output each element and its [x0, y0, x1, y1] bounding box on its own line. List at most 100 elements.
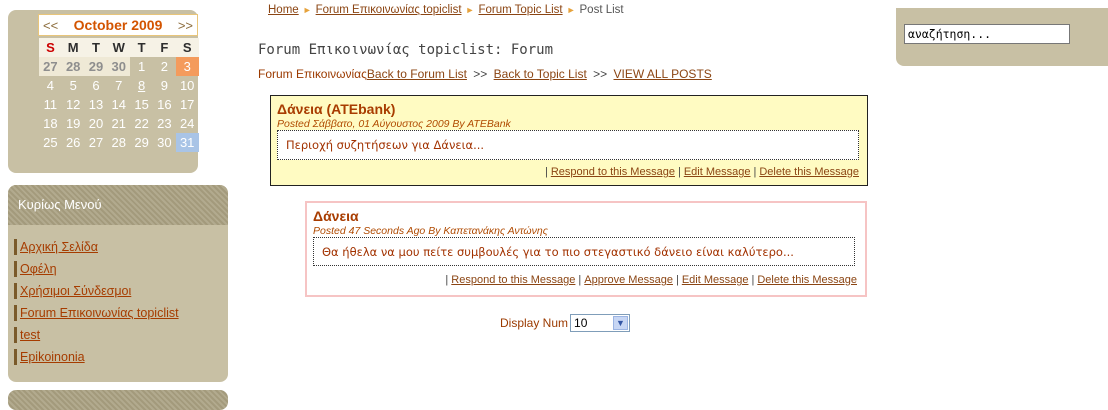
calendar-day: 25 — [43, 135, 58, 150]
subnav-separator: >> — [593, 67, 608, 81]
post-body: Θα ήθελα να μου πείτε συμβουλές για το π… — [313, 237, 855, 266]
weekday-label: S — [39, 38, 62, 57]
calendar-day: 4 — [46, 78, 55, 93]
calendar-week-row: 11 12 13 14 15 16 17 — [39, 95, 199, 114]
edit-message-link[interactable]: Edit Message — [682, 274, 749, 286]
weekday-label: S — [175, 38, 199, 57]
forum-post: Δάνεια (ATEbank) Posted Σάββατο, 01 Αύγο… — [270, 95, 868, 186]
post-title: Δάνεια (ATEbank) — [277, 101, 396, 117]
action-separator: | — [445, 274, 449, 286]
calendar-day: 3 — [175, 57, 199, 76]
calendar-day: 16 — [157, 97, 172, 112]
calendar-day: 1 — [137, 59, 146, 74]
menu-item-useful-links[interactable]: Χρήσιμοι Σύνδεσμοι — [14, 283, 228, 299]
calendar-day: 9 — [160, 78, 168, 93]
post-actions: | Respond to this Message | Edit Message | De… — [542, 166, 859, 178]
calendar-month-label: October 2009 — [73, 17, 163, 33]
action-separator: | — [677, 166, 681, 178]
weekday-label: M — [61, 38, 85, 57]
calendar-day: 19 — [65, 116, 81, 131]
post-meta: Posted 47 Seconds Ago By Καπετανάκης Αντ… — [313, 225, 548, 237]
menu-item-test[interactable]: test — [14, 327, 228, 343]
breadcrumb-arrow-icon: ► — [465, 5, 475, 15]
breadcrumb: Home ► Forum Επικοινωνίας topiclist ► Forum … — [268, 4, 624, 16]
breadcrumb-forum-topiclist[interactable]: Forum Επικοινωνίας topiclist — [316, 4, 462, 16]
calendar-day: 22 — [134, 116, 149, 131]
approve-message-link[interactable]: Approve Message — [584, 274, 673, 286]
calendar-day: 26 — [65, 135, 81, 150]
calendar-day: 2 — [160, 59, 168, 74]
calendar-day: 12 — [65, 97, 81, 112]
display-num-label: Display Num — [500, 316, 569, 330]
weekday-label: T — [130, 38, 153, 57]
display-num-select[interactable]: 10 ▼ — [570, 314, 631, 332]
calendar-day: 14 — [111, 97, 127, 112]
action-separator: | — [544, 166, 548, 178]
forum-post-reply: Δάνεια Posted 47 Seconds Ago By Καπετανά… — [305, 201, 867, 297]
calendar-week-row: 25 26 27 28 29 30 31 — [39, 133, 199, 152]
calendar-day: 28 — [111, 135, 127, 150]
next-month-button[interactable]: >> — [178, 18, 193, 33]
breadcrumb-arrow-icon: ► — [302, 5, 312, 15]
calendar-day: 21 — [111, 116, 127, 131]
delete-message-link[interactable]: Delete this Message — [757, 274, 857, 286]
calendar-weekday-row: S M T W T F S — [39, 38, 199, 57]
calendar-week-row: 18 19 20 21 22 23 24 — [39, 114, 199, 133]
respond-message-link[interactable]: Respond to this Message — [451, 274, 575, 286]
view-all-posts-link[interactable]: VIEW ALL POSTS — [614, 67, 712, 81]
main-menu-title: Κυρίως Μενού — [8, 185, 228, 225]
calendar-week-row: 27 28 29 30 1 2 3 — [39, 57, 199, 76]
weekday-label: W — [107, 38, 131, 57]
menu-item-forum[interactable]: Forum Επικοινωνίας topiclist — [14, 305, 228, 321]
respond-message-link[interactable]: Respond to this Message — [551, 166, 675, 178]
calendar-day: 29 — [84, 57, 108, 76]
calendar-day: 30 — [107, 57, 131, 76]
chevron-down-icon[interactable]: ▼ — [613, 316, 629, 330]
calendar-grid: S M T W T F S 27 28 29 30 1 2 3 4 5 6 7 … — [39, 38, 199, 152]
calendar-day: 10 — [179, 78, 195, 93]
main-menu-list: Αρχική Σελίδα Οφέλη Χρήσιμοι Σύνδεσμοι F… — [8, 225, 228, 365]
menu-item-home[interactable]: Αρχική Σελίδα — [14, 239, 228, 255]
display-num-control: Display Num 10 ▼ — [500, 314, 631, 332]
breadcrumb-topic-list[interactable]: Forum Topic List — [478, 4, 562, 16]
calendar-day: 20 — [88, 116, 104, 131]
calendar-day: 11 — [43, 97, 58, 112]
calendar-day: 27 — [39, 57, 62, 76]
calendar-day: 27 — [88, 135, 104, 150]
calendar-day: 23 — [157, 116, 172, 131]
display-num-value: 10 — [574, 316, 588, 330]
calendar-day: 18 — [43, 116, 58, 131]
menu-item-benefits[interactable]: Οφέλη — [14, 261, 228, 277]
post-actions: | Respond to this Message | Approve Message… — [442, 274, 857, 286]
post-title: Δάνεια — [313, 208, 359, 224]
weekday-label: F — [152, 38, 176, 57]
edit-message-link[interactable]: Edit Message — [684, 166, 751, 178]
action-separator: | — [753, 166, 757, 178]
calendar-day: 29 — [134, 135, 149, 150]
calendar-week-row: 4 5 6 7 8 9 10 — [39, 76, 199, 95]
breadcrumb-arrow-icon: ► — [566, 5, 576, 15]
search-input[interactable]: αναζήτηση... — [904, 24, 1070, 44]
calendar-day: 13 — [88, 97, 104, 112]
back-to-forum-list-link[interactable]: Back to Forum List — [367, 67, 467, 81]
main-menu-panel: Κυρίως Μενού Αρχική Σελίδα Οφέλη Χρήσιμο… — [8, 185, 228, 382]
forum-subnav: Forum ΕπικοινωνίαςBack to Forum List >> … — [258, 67, 712, 81]
calendar-day: 30 — [157, 135, 172, 150]
page-title: Forum Επικοινωνίας topiclist: Forum — [258, 42, 554, 58]
calendar-day: 28 — [61, 57, 85, 76]
back-to-topic-list-link[interactable]: Back to Topic List — [494, 67, 587, 81]
post-meta: Posted Σάββατο, 01 Αύγουστος 2009 By ATE… — [277, 118, 511, 130]
delete-message-link[interactable]: Delete this Message — [759, 166, 859, 178]
action-separator: | — [751, 274, 755, 286]
calendar-day-link[interactable]: 8 — [130, 76, 153, 95]
breadcrumb-home[interactable]: Home — [268, 4, 299, 16]
weekday-label: T — [84, 38, 108, 57]
calendar-day: 24 — [179, 116, 195, 131]
action-separator: | — [578, 274, 582, 286]
calendar-day-today: 31 — [175, 133, 199, 152]
calendar-day: 7 — [115, 78, 123, 93]
prev-month-button[interactable]: << — [43, 18, 58, 33]
menu-item-epikoinonia[interactable]: Epikoinonia — [14, 349, 228, 365]
calendar-day: 17 — [179, 97, 195, 112]
calendar-day: 5 — [69, 78, 77, 93]
